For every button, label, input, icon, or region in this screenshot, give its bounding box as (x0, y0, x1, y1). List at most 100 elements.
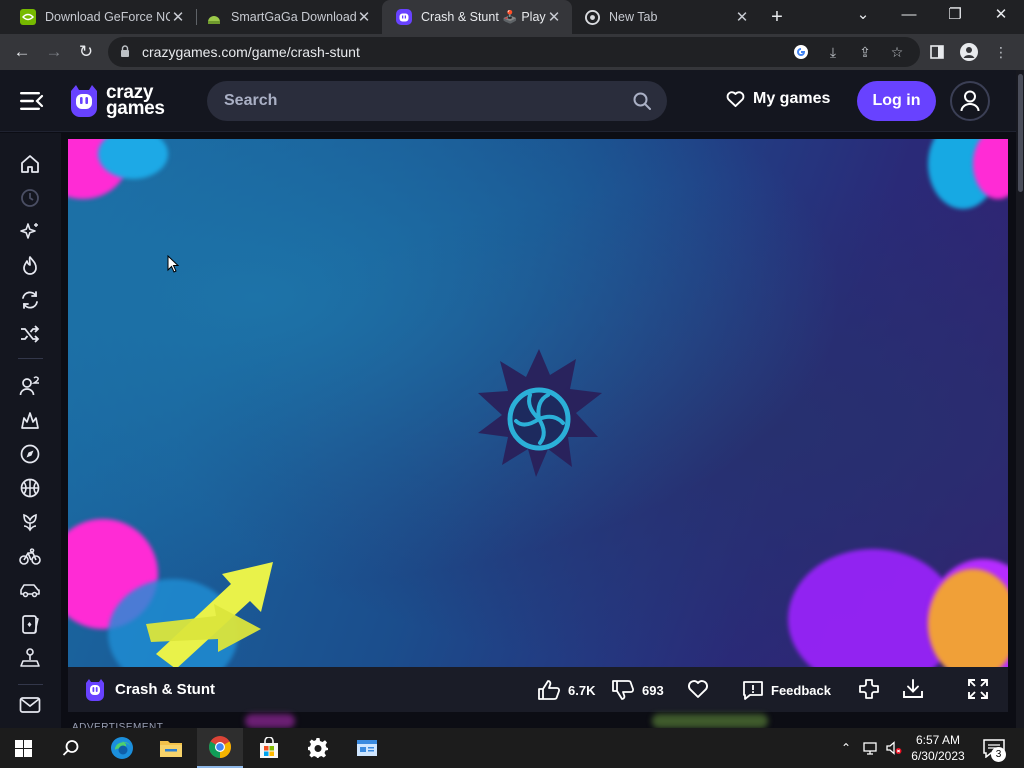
taskbar-search-button[interactable] (48, 728, 94, 768)
new-icon[interactable] (19, 221, 41, 243)
close-tab-icon[interactable]: ✕ (356, 8, 372, 26)
mail-icon[interactable] (19, 696, 41, 714)
arrows-graphic (146, 562, 273, 667)
tab-smartgaga[interactable]: SmartGaGa Download ✕ (192, 0, 382, 34)
tab-crash-stunt[interactable]: Crash & Stunt 🕹️ Play ✕ (382, 0, 572, 34)
thumbs-down-icon (612, 680, 635, 700)
system-clock[interactable]: 6:57 AM 6/30/2023 (905, 732, 971, 764)
trending-icon[interactable] (19, 255, 41, 277)
taskbar-app[interactable] (344, 728, 390, 768)
restore-button[interactable]: ❐ (932, 0, 978, 34)
sidebar-divider (18, 684, 43, 685)
new-tab-button[interactable]: + (765, 4, 789, 30)
feedback-label: Feedback (771, 682, 831, 698)
lock-icon (120, 44, 134, 60)
taskbar-settings[interactable] (295, 728, 341, 768)
page-scrollbar-thumb[interactable] (1018, 74, 1023, 192)
heart-icon (726, 90, 745, 107)
volume-muted-icon[interactable] (886, 740, 902, 756)
tray-chevron-up-icon[interactable]: ⌃ (838, 740, 854, 756)
android-icon (206, 9, 222, 25)
tab-title: SmartGaGa Download (231, 10, 356, 24)
close-tab-icon[interactable]: ✕ (546, 8, 562, 26)
dislike-count: 693 (642, 682, 664, 698)
updated-icon[interactable] (19, 289, 41, 311)
my-games-link[interactable]: My games (726, 90, 830, 108)
taskbar-edge[interactable] (99, 728, 145, 768)
sidebar-divider (18, 358, 43, 359)
dislike-button[interactable]: 693 (611, 678, 664, 702)
loading-spinner-icon (478, 349, 602, 477)
minimize-button[interactable]: — (886, 0, 932, 34)
home-icon[interactable] (19, 153, 41, 175)
random-icon[interactable] (19, 323, 41, 345)
menu-toggle-icon[interactable] (20, 90, 44, 112)
browser-toolbar: ← → ↻ crazygames.com/game/crash-stunt ⤓ … (0, 34, 1024, 70)
reload-icon[interactable]: ↻ (72, 38, 100, 66)
taskbar-chrome[interactable] (197, 728, 243, 768)
favorite-heart-icon[interactable] (687, 678, 709, 700)
taskbar-file-explorer[interactable] (148, 728, 194, 768)
tab-new-tab[interactable]: New Tab ✕ (570, 0, 760, 34)
taskbar-store[interactable] (246, 728, 292, 768)
search-icon[interactable] (633, 92, 651, 110)
crazygames-icon (396, 9, 412, 25)
google-lens-icon[interactable] (788, 38, 814, 66)
side-panel-icon[interactable] (924, 38, 950, 66)
recent-icon[interactable] (19, 187, 41, 209)
tab-title: New Tab (609, 10, 658, 24)
feedback-button[interactable]: Feedback (742, 678, 831, 702)
thumbs-up-icon (538, 680, 561, 700)
adventure-icon[interactable] (19, 443, 41, 465)
bike-icon[interactable] (19, 545, 41, 567)
tab-geforce[interactable]: Download GeForce NO ✕ (6, 0, 196, 34)
logo-line-2: games (106, 98, 165, 119)
network-icon[interactable] (862, 740, 878, 756)
card-icon[interactable] (19, 613, 41, 635)
nvidia-icon (20, 9, 36, 25)
below-game-area (61, 712, 1024, 728)
close-tab-icon[interactable]: ✕ (734, 8, 750, 26)
forward-icon[interactable]: → (40, 38, 68, 66)
car-icon[interactable] (19, 579, 41, 601)
clock-time: 6:57 AM (915, 733, 961, 747)
app-window-icon (357, 740, 377, 756)
user-icon (960, 90, 980, 112)
download-icon[interactable] (902, 678, 924, 700)
clicker-icon[interactable] (19, 647, 41, 669)
start-button[interactable] (0, 728, 46, 768)
windows-taskbar: ⌃ 6:57 AM 6/30/2023 3 (0, 728, 1024, 768)
browser-tab-strip: Download GeForce NO ✕ SmartGaGa Download… (0, 0, 1024, 34)
tab-search-chevron-icon[interactable]: ⌄ (840, 0, 886, 34)
embed-icon[interactable] (858, 678, 880, 700)
beauty-icon[interactable] (19, 511, 41, 533)
bookmark-star-icon[interactable]: ☆ (884, 38, 910, 66)
search-input[interactable]: Search (207, 81, 667, 121)
crazygames-logo[interactable]: crazy games (68, 82, 165, 120)
chrome-icon (584, 9, 600, 25)
back-icon[interactable]: ← (8, 38, 36, 66)
user-avatar-button[interactable] (950, 81, 990, 121)
action-icon[interactable] (19, 409, 41, 431)
basketball-icon[interactable] (19, 477, 41, 499)
like-count: 6.7K (568, 682, 596, 698)
category-sidebar (0, 133, 61, 728)
game-canvas[interactable] (68, 139, 1008, 667)
close-tab-icon[interactable]: ✕ (170, 8, 186, 26)
fullscreen-icon[interactable] (967, 678, 989, 700)
share-icon[interactable]: ⇪ (852, 38, 878, 66)
ad-image (245, 714, 295, 728)
like-button[interactable]: 6.7K (537, 678, 595, 702)
login-button[interactable]: Log in (857, 81, 936, 121)
two-player-icon[interactable] (19, 375, 41, 397)
menu-kebab-icon[interactable]: ⋮ (988, 38, 1014, 66)
game-title: Crash & Stunt (115, 681, 216, 698)
profile-icon[interactable] (956, 38, 982, 66)
install-app-icon[interactable]: ⤓ (820, 38, 846, 66)
tab-title: Crash & Stunt 🕹️ Play (421, 9, 546, 24)
store-icon (260, 737, 278, 758)
close-window-button[interactable]: ✕ (978, 0, 1024, 34)
game-info-bar: Crash & Stunt 6.7K 693 Feedback (68, 667, 1008, 712)
chrome-icon (209, 736, 231, 758)
ad-image (652, 714, 768, 728)
